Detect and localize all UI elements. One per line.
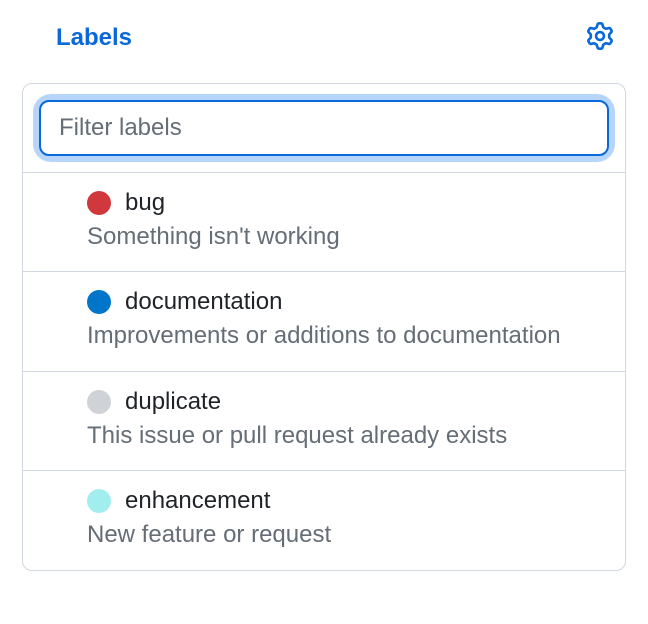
label-color-dot — [87, 489, 111, 513]
label-item-duplicate[interactable]: duplicate This issue or pull request alre… — [23, 372, 625, 471]
label-color-dot — [87, 390, 111, 414]
label-description: Something isn't working — [87, 221, 603, 253]
labels-list: bug Something isn't working documentation I… — [23, 173, 625, 570]
label-description: This issue or pull request already exist… — [87, 420, 603, 452]
label-line: duplicate — [87, 388, 603, 416]
labels-header: Labels — [0, 0, 648, 83]
labels-dropdown: bug Something isn't working documentation I… — [22, 83, 626, 571]
settings-button[interactable] — [582, 18, 618, 57]
label-color-dot — [87, 191, 111, 215]
filter-focus-ring — [39, 100, 609, 156]
label-name: enhancement — [125, 487, 270, 515]
label-item-enhancement[interactable]: enhancement New feature or request — [23, 471, 625, 569]
label-line: documentation — [87, 288, 603, 316]
filter-wrap — [23, 84, 625, 173]
label-name: documentation — [125, 288, 282, 316]
labels-title: Labels — [56, 24, 132, 52]
label-item-bug[interactable]: bug Something isn't working — [23, 173, 625, 272]
label-name: bug — [125, 189, 165, 217]
label-line: bug — [87, 189, 603, 217]
label-line: enhancement — [87, 487, 603, 515]
gear-icon — [586, 22, 614, 53]
label-item-documentation[interactable]: documentation Improvements or additions t… — [23, 272, 625, 371]
filter-labels-input[interactable] — [39, 100, 609, 156]
label-color-dot — [87, 290, 111, 314]
label-description: Improvements or additions to documentati… — [87, 320, 603, 352]
label-name: duplicate — [125, 388, 221, 416]
label-description: New feature or request — [87, 519, 603, 551]
